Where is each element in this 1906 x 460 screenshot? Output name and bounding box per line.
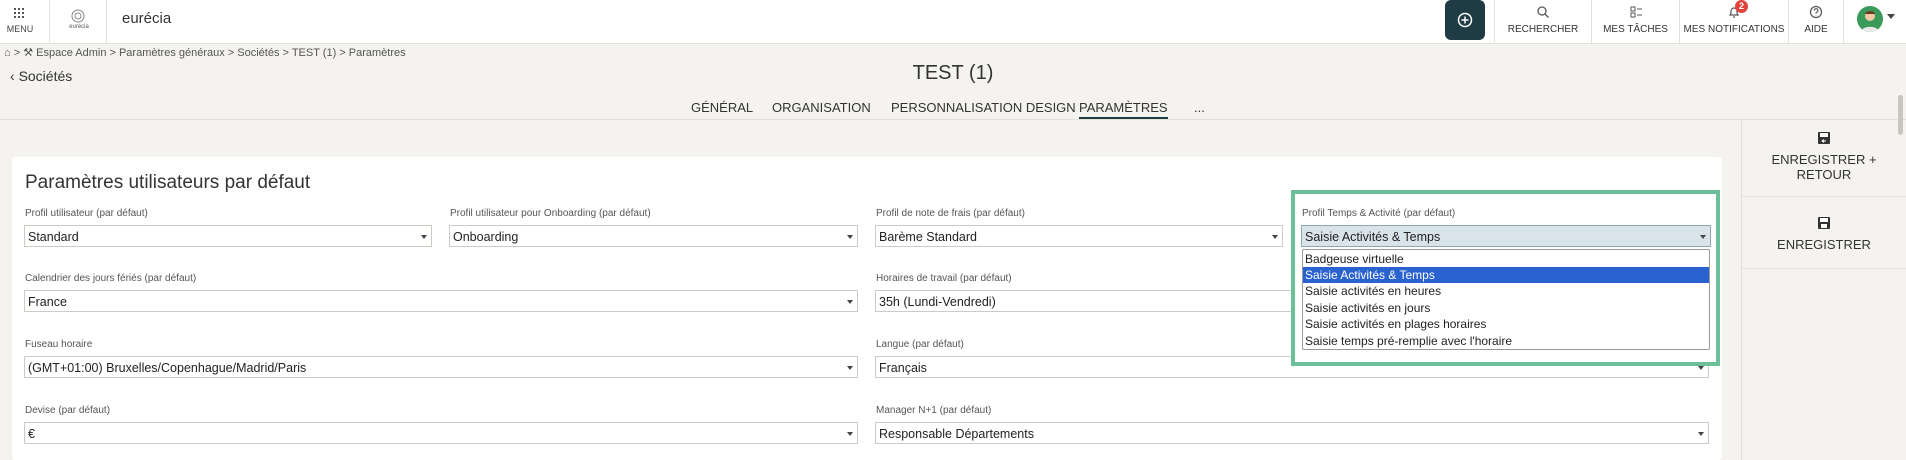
save-return-button[interactable]: ENREGISTRER + RETOUR	[1742, 130, 1906, 182]
tabs-divider	[0, 119, 1906, 120]
eurecia-logo-icon	[71, 9, 85, 23]
save-return-icon	[1818, 132, 1830, 144]
manager-select[interactable]: Responsable Départements	[875, 422, 1709, 444]
profil-note-frais-label: Profil de note de frais (par défaut)	[876, 208, 1025, 219]
nav-notifications-label: MES NOTIFICATIONS	[1683, 24, 1785, 35]
save-label: ENREGISTRER	[1777, 237, 1871, 252]
caret-down-icon	[847, 235, 853, 239]
breadcrumb-path[interactable]: > ⚒ Espace Admin > Paramètres généraux >…	[14, 47, 406, 59]
langue-label: Langue (par défaut)	[876, 339, 964, 350]
fuseau-value: (GMT+01:00) Bruxelles/Copenhague/Madrid/…	[28, 361, 307, 375]
scrollbar-thumb[interactable]	[1898, 95, 1903, 135]
app-name: eurécia	[122, 10, 172, 27]
nav-tasks-label: MES TÂCHES	[1603, 24, 1668, 35]
horaires-value: 35h (Lundi-Vendredi)	[879, 295, 996, 309]
menu-label: MENU	[6, 24, 34, 34]
profil-onboarding-select[interactable]: Onboarding	[449, 225, 858, 247]
menu-button[interactable]: MENU	[0, 0, 40, 44]
home-icon[interactable]: ⌂	[4, 47, 11, 59]
logo[interactable]: eurécia	[49, 0, 107, 44]
horaires-label: Horaires de travail (par défaut)	[876, 273, 1012, 284]
caret-down-icon	[847, 366, 853, 370]
profil-onboarding-value: Onboarding	[453, 230, 519, 244]
dropdown-option[interactable]: Badgeuse virtuelle	[1303, 251, 1709, 267]
nav-help[interactable]: AIDE	[1788, 0, 1844, 44]
nav-search[interactable]: RECHERCHER	[1494, 0, 1591, 44]
profil-onboarding-label: Profil utilisateur pour Onboarding (par …	[450, 208, 651, 219]
quick-add-button[interactable]	[1445, 0, 1485, 40]
caret-down-icon	[1272, 235, 1278, 239]
caret-down-icon	[1698, 432, 1704, 436]
devise-label: Devise (par défaut)	[25, 405, 111, 416]
calendrier-label: Calendrier des jours fériés (par défaut)	[25, 273, 197, 284]
manager-value: Responsable Départements	[879, 427, 1034, 441]
profil-note-frais-select[interactable]: Barème Standard	[875, 225, 1283, 247]
nav-search-label: RECHERCHER	[1507, 24, 1579, 35]
dropdown-option[interactable]: Saisie activités en heures	[1303, 283, 1709, 299]
plus-circle-icon	[1457, 12, 1473, 28]
logo-text: eurécia	[69, 24, 89, 30]
caret-down-icon	[1698, 366, 1704, 370]
tab-more[interactable]: ...	[1194, 100, 1205, 115]
caret-down-icon	[1700, 235, 1706, 239]
divider	[1742, 268, 1906, 269]
profil-temps-label: Profil Temps & Activité (par défaut)	[1302, 208, 1456, 219]
profil-temps-value: Saisie Activités & Temps	[1305, 230, 1441, 244]
langue-value: Français	[879, 361, 927, 375]
nav-tasks[interactable]: MES TÂCHES	[1591, 0, 1679, 44]
caret-down-icon	[847, 432, 853, 436]
page-title: TEST (1)	[912, 62, 994, 84]
dropdown-option[interactable]: Saisie activités en plages horaires	[1303, 316, 1709, 332]
save-button[interactable]: ENREGISTRER	[1742, 215, 1906, 252]
caret-down-icon	[421, 235, 427, 239]
devise-value: €	[28, 427, 35, 441]
calendrier-select[interactable]: France	[24, 290, 858, 312]
profil-temps-dropdown: Badgeuse virtuelle Saisie Activités & Te…	[1302, 249, 1710, 350]
breadcrumb[interactable]: ⌂ > ⚒ Espace Admin > Paramètres généraux…	[4, 46, 406, 59]
caret-down-icon	[847, 300, 853, 304]
tab-parametres[interactable]: PARAMÈTRES	[1079, 100, 1168, 119]
profil-utilisateur-select[interactable]: Standard	[24, 225, 432, 247]
notification-badge: 2	[1735, 0, 1748, 13]
devise-select[interactable]: €	[24, 422, 858, 444]
save-return-label: ENREGISTRER + RETOUR	[1771, 152, 1877, 182]
dropdown-option[interactable]: Saisie activités en jours	[1303, 300, 1709, 316]
help-icon	[1809, 5, 1823, 19]
avatar-caret-icon[interactable]	[1887, 14, 1895, 19]
calendrier-value: France	[28, 295, 67, 309]
tasks-icon	[1630, 6, 1642, 18]
dropdown-option[interactable]: Saisie temps pré-remplie avec l'horaire	[1303, 333, 1709, 349]
tab-bar: GÉNÉRAL ORGANISATION PERSONNALISATION DE…	[0, 100, 1906, 120]
tab-general[interactable]: GÉNÉRAL	[691, 100, 753, 115]
user-avatar-icon	[1861, 11, 1879, 32]
search-icon	[1537, 6, 1549, 18]
dropdown-option-selected[interactable]: Saisie Activités & Temps	[1303, 267, 1709, 283]
section-title: Paramètres utilisateurs par défaut	[25, 172, 311, 193]
nav-notifications[interactable]: 2 MES NOTIFICATIONS	[1679, 0, 1788, 44]
tab-organisation[interactable]: ORGANISATION	[772, 100, 871, 115]
profil-utilisateur-label: Profil utilisateur (par défaut)	[25, 208, 148, 219]
fuseau-label: Fuseau horaire	[25, 339, 93, 350]
manager-label: Manager N+1 (par défaut)	[876, 405, 992, 416]
profil-temps-select[interactable]: Saisie Activités & Temps	[1301, 225, 1711, 247]
profil-note-frais-value: Barème Standard	[879, 230, 977, 244]
save-icon	[1818, 217, 1830, 229]
top-bar: MENU eurécia eurécia RECHERCHER MES TÂCH…	[0, 0, 1906, 44]
avatar[interactable]	[1857, 6, 1883, 32]
profil-utilisateur-value: Standard	[28, 230, 79, 244]
nav-help-label: AIDE	[1804, 24, 1828, 35]
divider	[1742, 196, 1906, 197]
tab-personnalisation-design[interactable]: PERSONNALISATION DESIGN	[891, 100, 1076, 115]
grid-icon	[14, 8, 24, 18]
fuseau-select[interactable]: (GMT+01:00) Bruxelles/Copenhague/Madrid/…	[24, 356, 858, 378]
